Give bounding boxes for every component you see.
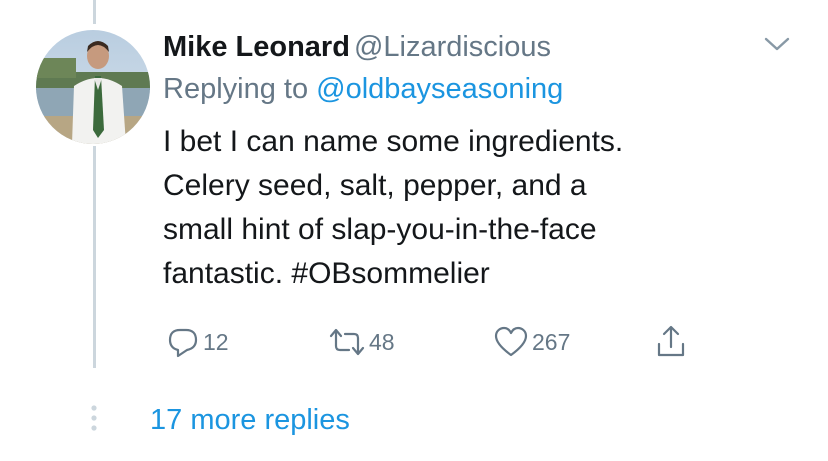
tweet-text-line: fantastic. xyxy=(163,257,292,290)
tweet-text-line: Celery seed, salt, pepper, and a xyxy=(163,169,587,202)
retweet-count: 48 xyxy=(369,328,395,355)
like-button[interactable]: 267 xyxy=(494,322,570,362)
replying-to: Replying to @oldbayseasoning xyxy=(163,71,563,107)
tweet-text-line-last: fantastic. #OBsommelier xyxy=(163,252,783,296)
like-count: 267 xyxy=(532,328,571,355)
thread-line-top xyxy=(93,0,96,24)
tweet-actions: 12 48 267 xyxy=(163,322,723,362)
reply-button[interactable]: 12 xyxy=(167,322,229,362)
replying-prefix: Replying to xyxy=(163,73,309,105)
replying-mention-link[interactable]: @oldbayseasoning xyxy=(316,73,563,105)
tweet-text: I bet I can name some ingredients. Celer… xyxy=(163,120,783,296)
author-handle[interactable]: @Lizardiscious xyxy=(354,31,551,63)
heart-icon xyxy=(494,326,528,358)
retweet-icon xyxy=(329,326,365,358)
tweet-text-line: small hint of slap-you-in-the-face xyxy=(163,213,597,246)
reply-count: 12 xyxy=(203,328,229,355)
author-name[interactable]: Mike Leonard xyxy=(163,31,350,63)
retweet-button[interactable]: 48 xyxy=(329,322,395,362)
avatar[interactable] xyxy=(36,30,150,144)
share-button[interactable] xyxy=(655,322,687,362)
tweet-text-line: I bet I can name some ingredients. xyxy=(163,125,624,158)
vertical-dots-icon xyxy=(90,404,98,432)
chevron-down-icon[interactable] xyxy=(764,36,790,52)
share-icon xyxy=(655,325,687,359)
thread-line xyxy=(93,146,96,368)
more-replies-link[interactable]: 17 more replies xyxy=(150,402,350,438)
hashtag-link[interactable]: #OBsommelier xyxy=(291,257,489,290)
reply-icon xyxy=(167,326,199,358)
tweet-header: Mike Leonard @Lizardiscious xyxy=(163,29,551,65)
